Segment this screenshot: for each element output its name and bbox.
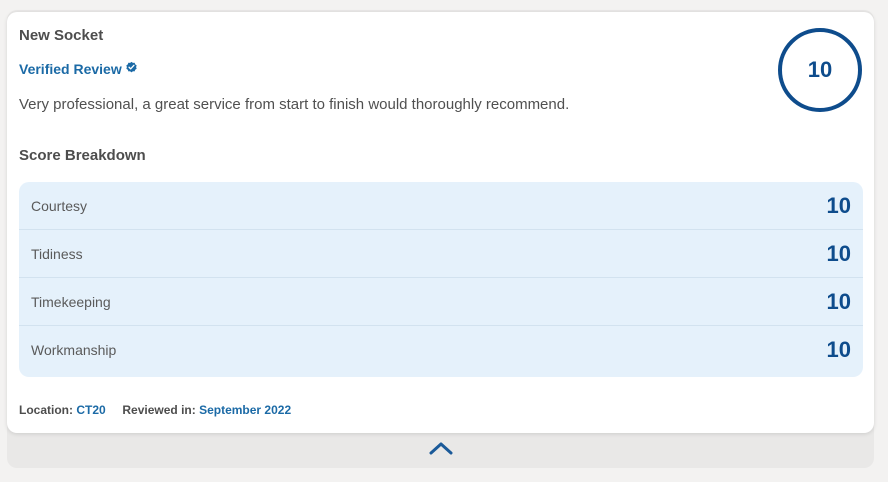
check-badge-icon	[125, 61, 138, 77]
location-label: Location:	[19, 403, 73, 417]
overall-score-value: 10	[807, 57, 833, 82]
breakdown-label: Courtesy	[31, 197, 88, 214]
breakdown-score: 10	[826, 192, 851, 218]
breakdown-score: 10	[826, 288, 851, 314]
score-breakdown-table: Courtesy 10 Tidiness 10 Timekeeping 10 W…	[19, 182, 863, 377]
verified-review-label: Verified Review	[19, 61, 122, 77]
collapse-review-button[interactable]	[7, 433, 874, 468]
review-text: Very professional, a great service from …	[19, 96, 570, 113]
reviewed-value: September 2022	[199, 403, 292, 417]
reviewed-label: Reviewed in:	[122, 403, 196, 417]
job-title: New Socket	[19, 27, 104, 44]
breakdown-score: 10	[826, 240, 851, 266]
score-breakdown-title: Score Breakdown	[19, 147, 146, 164]
breakdown-row-workmanship: Workmanship 10	[19, 326, 863, 374]
breakdown-label: Workmanship	[31, 342, 117, 358]
location-value: CT20	[76, 403, 106, 417]
breakdown-label: Timekeeping	[31, 293, 111, 310]
breakdown-row-timekeeping: Timekeeping 10	[19, 278, 863, 326]
breakdown-row-tidiness: Tidiness 10	[19, 230, 863, 278]
breakdown-label: Tidiness	[31, 245, 83, 262]
review-meta: Location: CT20 Reviewed in: September 20…	[19, 403, 291, 417]
breakdown-row-courtesy: Courtesy 10	[19, 182, 863, 230]
chevron-up-icon	[428, 440, 454, 461]
overall-score-circle: 10	[778, 28, 862, 112]
verified-review-badge: Verified Review	[19, 61, 138, 77]
review-card: New Socket Verified Review Very professi…	[7, 12, 874, 433]
breakdown-score: 10	[826, 337, 851, 362]
